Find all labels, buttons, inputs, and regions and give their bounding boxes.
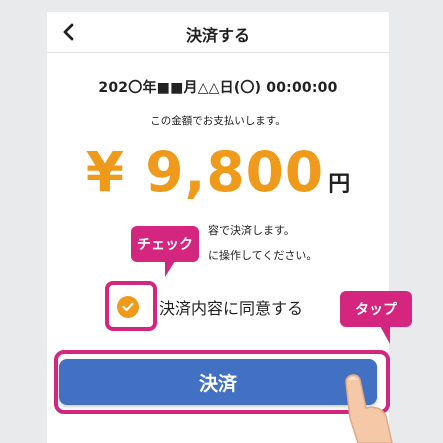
- instruction-text-1: 容で決済します。: [208, 224, 295, 237]
- header-bar: 決済する: [47, 12, 389, 53]
- instruction-text-2: に操作してください。: [208, 249, 318, 262]
- payment-notice: この金額でお支払いします。: [150, 115, 286, 127]
- currency-unit: 円: [328, 172, 351, 197]
- page-title: 決済する: [185, 26, 250, 45]
- check-callout: チェック: [131, 226, 199, 262]
- checkbox-highlight: [105, 281, 157, 331]
- agree-label: 決済内容に同意する: [159, 299, 304, 318]
- payment-datetime: 202〇年■■月△△日(〇) 00:00:00: [98, 80, 338, 96]
- amount-display: ¥ 9,800 円: [47, 140, 389, 204]
- tap-callout-tail: [380, 326, 390, 344]
- check-callout-tail: [165, 261, 175, 277]
- finger-icon: [345, 374, 393, 443]
- amount-value: ¥ 9,800: [85, 140, 325, 204]
- tap-callout: タップ: [340, 291, 412, 327]
